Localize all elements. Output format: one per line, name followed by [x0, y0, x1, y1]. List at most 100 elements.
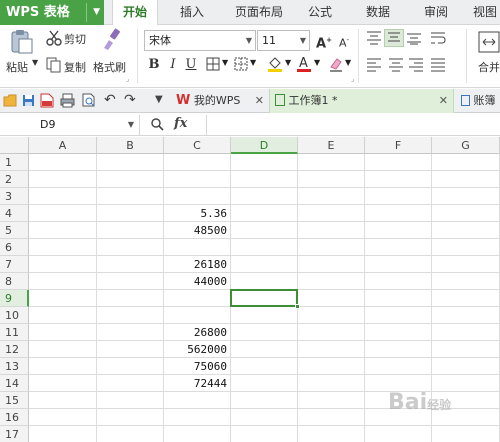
cell-c15[interactable]	[164, 392, 231, 409]
cell-f12[interactable]	[365, 341, 432, 358]
cell-d6[interactable]	[231, 239, 298, 256]
fill-color-icon[interactable]	[266, 55, 284, 73]
cell-d3[interactable]	[231, 188, 298, 205]
cell-a15[interactable]	[29, 392, 97, 409]
cell-b6[interactable]	[97, 239, 164, 256]
cell-b4[interactable]	[97, 205, 164, 222]
cell-a8[interactable]	[29, 273, 97, 290]
column-header-g[interactable]: G	[432, 137, 500, 154]
cell-g17[interactable]	[432, 426, 500, 442]
doc-tab-workbook1[interactable]: 工作簿1 * ✕	[269, 89, 454, 113]
cell-e9[interactable]	[298, 290, 365, 307]
row-header-6[interactable]: 6	[0, 239, 29, 256]
align-center-icon[interactable]	[388, 58, 404, 72]
row-header-16[interactable]: 16	[0, 409, 29, 426]
cell-c7[interactable]: 26180	[164, 256, 231, 273]
row-header-15[interactable]: 15	[0, 392, 29, 409]
cell-b14[interactable]	[97, 375, 164, 392]
select-all-corner[interactable]	[0, 137, 29, 154]
cell-d14[interactable]	[231, 375, 298, 392]
cell-c2[interactable]	[164, 171, 231, 188]
cell-d11[interactable]	[231, 324, 298, 341]
tab-formulas[interactable]: 公式	[298, 0, 342, 25]
cell-e5[interactable]	[298, 222, 365, 239]
cell-a5[interactable]	[29, 222, 97, 239]
cell-a16[interactable]	[29, 409, 97, 426]
cell-b8[interactable]	[97, 273, 164, 290]
save-icon[interactable]	[22, 94, 35, 107]
active-cell-outline[interactable]	[230, 289, 298, 307]
cell-c12[interactable]: 562000	[164, 341, 231, 358]
cell-d16[interactable]	[231, 409, 298, 426]
cell-g7[interactable]	[432, 256, 500, 273]
italic-icon[interactable]: I	[166, 56, 180, 74]
cell-f2[interactable]	[365, 171, 432, 188]
quick-access-dropdown-icon[interactable]: ▼	[155, 94, 163, 105]
cell-c17[interactable]	[164, 426, 231, 442]
font-name-select[interactable]: 宋体 ▼	[144, 30, 256, 51]
cell-c11[interactable]: 26800	[164, 324, 231, 341]
cell-d7[interactable]	[231, 256, 298, 273]
cell-c1[interactable]	[164, 154, 231, 171]
cell-e11[interactable]	[298, 324, 365, 341]
merge-button[interactable]: 合并	[478, 59, 500, 75]
cell-a2[interactable]	[29, 171, 97, 188]
row-header-14[interactable]: 14	[0, 375, 29, 392]
cell-g12[interactable]	[432, 341, 500, 358]
name-box[interactable]: D9 ▼	[0, 115, 140, 135]
chevron-down-icon[interactable]: ▼	[93, 0, 100, 25]
cell-c9[interactable]	[164, 290, 231, 307]
tab-view[interactable]: 视图	[470, 0, 500, 25]
cell-e1[interactable]	[298, 154, 365, 171]
cell-e14[interactable]	[298, 375, 365, 392]
cell-d15[interactable]	[231, 392, 298, 409]
copy-button[interactable]: 复制	[64, 59, 86, 75]
cell-b1[interactable]	[97, 154, 164, 171]
cell-f4[interactable]	[365, 205, 432, 222]
zoom-search-icon[interactable]	[150, 117, 164, 131]
column-header-e[interactable]: E	[298, 137, 365, 154]
cell-g2[interactable]	[432, 171, 500, 188]
shrink-font-icon[interactable]: A-	[336, 31, 352, 53]
cell-e7[interactable]	[298, 256, 365, 273]
cell-a3[interactable]	[29, 188, 97, 205]
cell-e4[interactable]	[298, 205, 365, 222]
clear-format-icon[interactable]	[328, 55, 344, 73]
launcher-icon[interactable]: ⌟	[126, 75, 129, 83]
chevron-down-icon[interactable]: ▼	[128, 115, 134, 135]
cell-g10[interactable]	[432, 307, 500, 324]
row-header-12[interactable]: 12	[0, 341, 29, 358]
align-top-icon[interactable]	[366, 31, 382, 45]
row-header-17[interactable]: 17	[0, 426, 29, 442]
chevron-down-icon[interactable]: ▼	[222, 58, 228, 67]
undo-icon[interactable]: ↶	[104, 93, 116, 107]
cell-b17[interactable]	[97, 426, 164, 442]
cell-b10[interactable]	[97, 307, 164, 324]
cell-b11[interactable]	[97, 324, 164, 341]
tab-review[interactable]: 审阅	[414, 0, 458, 25]
copy-icon[interactable]	[46, 57, 62, 73]
cell-f17[interactable]	[365, 426, 432, 442]
scissors-icon[interactable]	[46, 30, 62, 46]
print-preview-icon[interactable]	[82, 93, 96, 108]
cell-a1[interactable]	[29, 154, 97, 171]
cell-e16[interactable]	[298, 409, 365, 426]
chevron-down-icon[interactable]: ▼	[345, 58, 351, 67]
cell-c3[interactable]	[164, 188, 231, 205]
cell-f11[interactable]	[365, 324, 432, 341]
insert-function-icon[interactable]: fx	[174, 116, 187, 131]
cell-g1[interactable]	[432, 154, 500, 171]
cell-a7[interactable]	[29, 256, 97, 273]
doc-tab-my-wps[interactable]: W 我的WPS ✕	[172, 89, 268, 113]
cell-f10[interactable]	[365, 307, 432, 324]
chevron-down-icon[interactable]: ▼	[250, 58, 256, 67]
cell-e15[interactable]	[298, 392, 365, 409]
cell-g6[interactable]	[432, 239, 500, 256]
row-header-1[interactable]: 1	[0, 154, 29, 171]
cell-e8[interactable]	[298, 273, 365, 290]
launcher-icon[interactable]: ⌟	[351, 75, 354, 83]
cell-d5[interactable]	[231, 222, 298, 239]
folder-icon[interactable]	[3, 94, 17, 107]
cell-g3[interactable]	[432, 188, 500, 205]
justify-icon[interactable]	[430, 58, 446, 72]
